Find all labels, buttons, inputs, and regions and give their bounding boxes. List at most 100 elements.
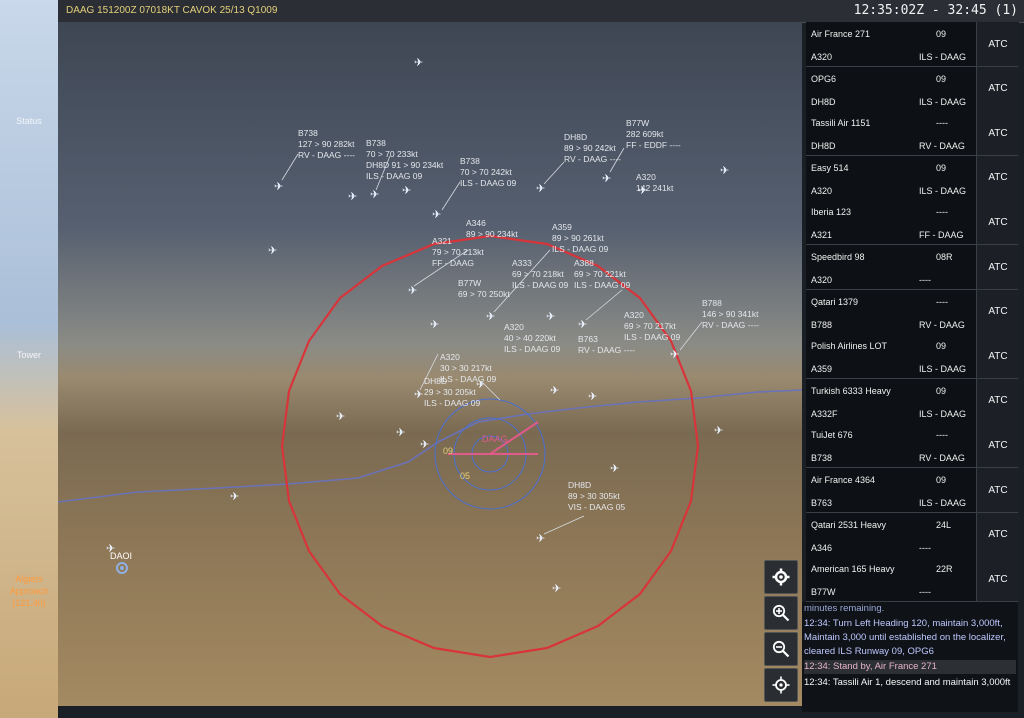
sidebar-tab-tower[interactable]: Tower — [0, 350, 58, 360]
sidebar-tab-approach[interactable]: Algiers Approach (121.40) — [0, 573, 58, 609]
aircraft-icon[interactable]: ✈ — [552, 583, 561, 595]
strip-route: ILS - DAAG — [919, 185, 967, 196]
aircraft-icon[interactable]: ✈ — [420, 439, 429, 451]
data-block-line: ILS - DAAG 09 — [512, 280, 569, 290]
aircraft-icon[interactable]: ✈ — [370, 189, 379, 201]
flight-strip[interactable]: TuiJet 676 ---- B738 RV - DAAG ATC — [806, 423, 1019, 469]
atc-button[interactable]: ATC — [976, 111, 1019, 156]
aircraft-icon[interactable]: ✈ — [396, 427, 405, 439]
atc-button[interactable]: ATC — [976, 200, 1019, 245]
atc-button[interactable]: ATC — [976, 378, 1019, 423]
aircraft-icon[interactable]: ✈ — [720, 165, 729, 177]
aircraft-data-block[interactable]: A320 142 241kt — [636, 172, 673, 194]
atc-button[interactable]: ATC — [976, 334, 1019, 379]
secondary-airport-dot — [120, 566, 124, 570]
aircraft-icon[interactable]: ✈ — [348, 191, 357, 203]
aircraft-data-block[interactable]: A321 79 > 70 213kt FF - DAAG — [432, 236, 484, 269]
flight-strip[interactable]: Tassili Air 1151 ---- DH8D RV - DAAG ATC — [806, 111, 1019, 157]
atc-button[interactable]: ATC — [976, 512, 1019, 557]
aircraft-data-block[interactable]: B77W 69 > 70 250kt — [458, 278, 510, 300]
data-block-line: A321 — [432, 236, 452, 246]
sidebar-tab-status[interactable]: Status — [0, 116, 58, 126]
strip-callsign: Qatari 2531 Heavy — [811, 519, 887, 530]
flight-strip[interactable]: Air France 271 09 A320 ILS - DAAG ATC — [806, 22, 1019, 67]
flight-strips: Air France 271 09 A320 ILS - DAAG ATC OPG6 09 D… — [806, 22, 1019, 603]
strip-type: DH8D — [811, 96, 836, 107]
aircraft-icon[interactable]: ✈ — [230, 491, 239, 503]
flight-strip[interactable]: Qatari 1379 ---- B788 RV - DAAG ATC — [806, 289, 1019, 335]
aircraft-icon[interactable]: ✈ — [414, 389, 423, 401]
aircraft-data-block[interactable]: B738 70 > 70 233kt DH8D 91 > 90 234kt ILS -… — [366, 138, 443, 182]
data-block-line: DH8D — [424, 376, 448, 386]
aircraft-icon[interactable]: ✈ — [486, 311, 495, 323]
zoom-in-button[interactable] — [764, 596, 798, 630]
aircraft-icon[interactable]: ✈ — [336, 411, 345, 423]
aircraft-data-block[interactable]: A359 89 > 90 261kt ILS - DAAG 09 — [552, 222, 608, 255]
flight-strip[interactable]: Turkish 6333 Heavy 09 A332F ILS - DAAG ATC — [806, 378, 1019, 424]
flight-strip[interactable]: Iberia 123 ---- A321 FF - DAAG ATC — [806, 200, 1019, 246]
atc-button[interactable]: ATC — [976, 245, 1019, 289]
message-log[interactable]: minutes remaining. 12:34: Turn Left Head… — [802, 602, 1018, 712]
zoom-out-button[interactable] — [764, 632, 798, 666]
strip-runway: 22R — [936, 564, 953, 575]
strip-route: ---- — [919, 542, 931, 553]
aircraft-icon[interactable]: ✈ — [550, 385, 559, 397]
flight-strip[interactable]: Easy 514 09 A320 ILS - DAAG ATC — [806, 155, 1019, 201]
atc-button[interactable]: ATC — [976, 557, 1019, 602]
aircraft-icon[interactable]: ✈ — [414, 57, 423, 69]
atc-button[interactable]: ATC — [976, 289, 1019, 334]
aircraft-data-block[interactable]: A333 69 > 70 218kt ILS - DAAG 09 — [512, 258, 568, 291]
aircraft-icon[interactable]: ✈ — [408, 285, 417, 297]
flight-strip[interactable]: OPG6 09 DH8D ILS - DAAG ATC — [806, 66, 1019, 112]
data-block-line: B738 — [460, 156, 480, 166]
aircraft-data-block[interactable]: B788 146 > 90 341kt RV - DAAG ---- — [702, 298, 759, 331]
aircraft-icon[interactable]: ✈ — [430, 319, 439, 331]
aircraft-data-block[interactable]: A320 40 > 40 220kt ILS - DAAG 09 — [504, 322, 560, 355]
settings-button[interactable] — [764, 560, 798, 594]
strip-callsign: OPG6 — [811, 73, 837, 84]
data-block-line: 30 > 30 217kt — [440, 363, 492, 373]
aircraft-data-block[interactable]: A388 69 > 70 221kt ILS - DAAG 09 — [574, 258, 630, 291]
aircraft-icon[interactable]: ✈ — [536, 183, 545, 195]
aircraft-data-block[interactable]: DH8D 89 > 30 305kt VIS - DAAG 05 — [568, 480, 625, 513]
aircraft-icon[interactable]: ✈ — [274, 181, 283, 193]
strip-runway: 09 — [936, 385, 947, 396]
atc-button[interactable]: ATC — [976, 468, 1019, 512]
flight-strip[interactable]: Speedbird 98 08R A320 ---- ATC — [806, 245, 1019, 290]
aircraft-icon[interactable]: ✈ — [402, 185, 411, 197]
flight-strip[interactable]: Qatari 2531 Heavy 24L A346 ---- ATC — [806, 512, 1019, 558]
aircraft-icon[interactable]: ✈ — [536, 533, 545, 545]
aircraft-icon[interactable]: ✈ — [432, 209, 441, 221]
aircraft-icon[interactable]: ✈ — [610, 463, 619, 475]
log-line: minutes remaining. — [804, 603, 885, 614]
aircraft-icon[interactable]: ✈ — [588, 391, 597, 403]
flight-strip[interactable]: American 165 Heavy 22R B77W ---- ATC — [806, 557, 1019, 603]
aircraft-icon[interactable]: ✈ — [578, 319, 587, 331]
zoom-out-icon — [772, 640, 790, 658]
flight-strip[interactable]: Air France 4364 09 B763 ILS - DAAG ATC — [806, 468, 1019, 513]
radar-scope[interactable]: ✈ ✈ ✈ ✈ ✈ ✈ ✈ ✈ ✈ ✈ ✈ ✈ ✈ ✈ ✈ ✈ ✈ ✈ ✈ ✈ — [58, 22, 802, 706]
aircraft-icon[interactable]: ✈ — [670, 349, 679, 361]
aircraft-data-block[interactable]: B763 RV - DAAG ---- — [578, 334, 635, 356]
data-block-line: 70 > 70 233kt — [366, 149, 418, 159]
atc-app: Status Tower Algiers Approach (121.40) D… — [0, 0, 1024, 718]
aircraft-data-block[interactable]: DH8D 89 > 90 242kt RV - DAAG ---- — [564, 132, 621, 165]
atc-button[interactable]: ATC — [976, 22, 1019, 66]
data-block-line: RV - DAAG ---- — [564, 154, 621, 164]
aircraft-data-block[interactable]: B738 127 > 90 282kt RV - DAAG ---- — [298, 128, 355, 161]
strip-type: A320 — [811, 52, 833, 62]
data-block-line: A388 — [574, 258, 594, 268]
aircraft-icon[interactable]: ✈ — [714, 425, 723, 437]
recenter-button[interactable] — [764, 668, 798, 702]
atc-button[interactable]: ATC — [976, 66, 1019, 111]
atc-button[interactable]: ATC — [976, 423, 1019, 468]
aircraft-data-block[interactable]: DH8D 29 > 30 205kt ILS - DAAG 09 — [424, 376, 480, 409]
aircraft-icon[interactable]: ✈ — [268, 245, 277, 257]
atc-button[interactable]: ATC — [976, 155, 1019, 200]
aircraft-data-block[interactable]: B77W 282 609kt FF - EDDF ---- — [626, 118, 681, 151]
flight-strip[interactable]: Polish Airlines LOT 09 A359 ILS - DAAG ATC — [806, 334, 1019, 380]
strip-callsign: Iberia 123 — [811, 207, 852, 218]
strip-runway: 09 — [936, 162, 947, 173]
aircraft-data-block[interactable]: B738 70 > 70 242kt ILS - DAAG 09 — [460, 156, 516, 189]
aircraft-icon[interactable]: ✈ — [602, 173, 611, 185]
